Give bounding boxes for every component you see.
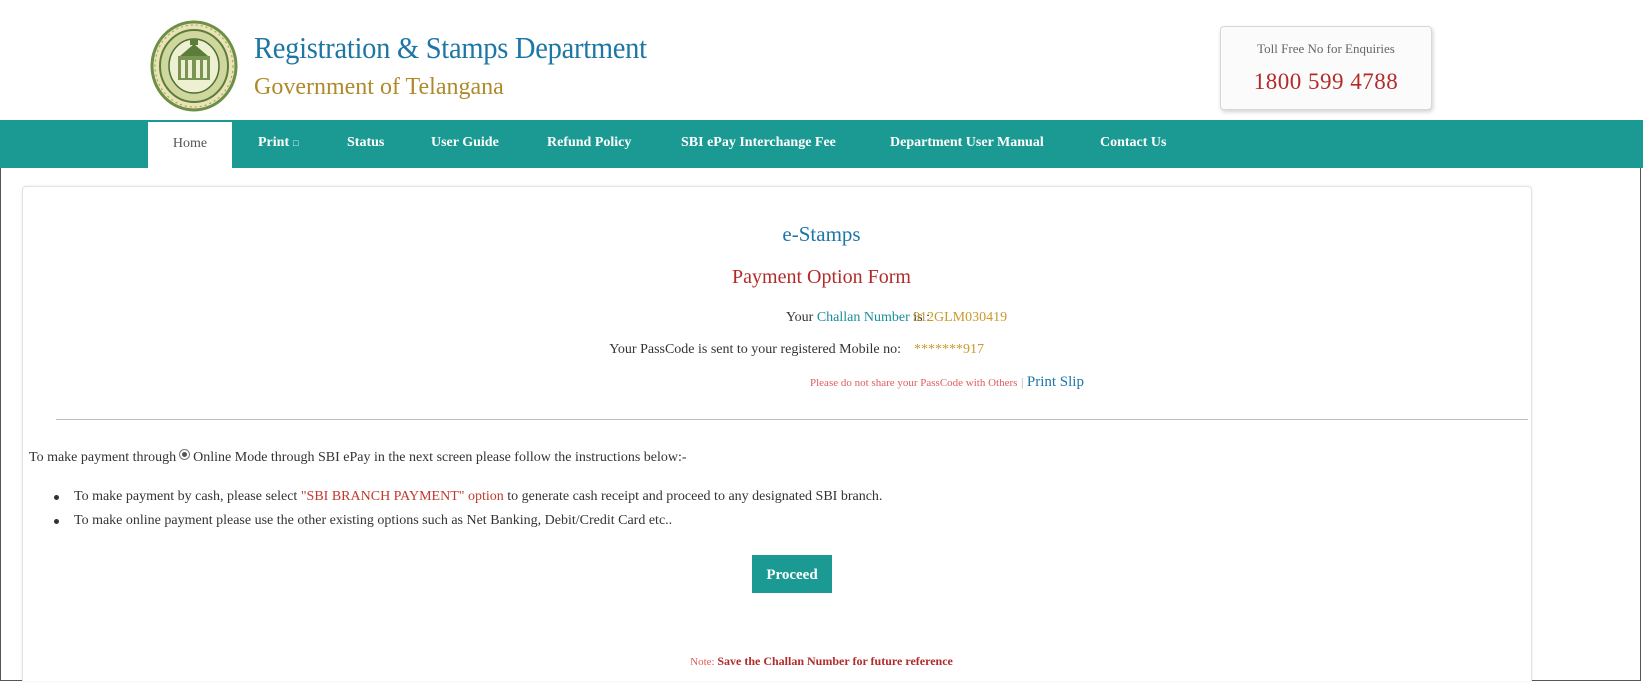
bullet1-after: to generate cash receipt and proceed to … <box>503 489 883 504</box>
department-title: Registration & Stamps Department <box>254 30 647 65</box>
nav-item-home[interactable]: Home <box>148 122 232 168</box>
note-text: Save the Challan Number for future refer… <box>717 654 953 668</box>
toll-free-number: 1800 599 4788 <box>1253 69 1399 94</box>
passcode-label: Your PassCode is sent to your registered… <box>609 342 901 357</box>
nav-item-contact-us[interactable]: Contact Us <box>1100 120 1167 168</box>
divider <box>56 419 1528 420</box>
nav-print-label: Print <box>258 135 290 151</box>
passcode-warning: Please do not share your PassCode with O… <box>810 377 1018 389</box>
nav-sbi-epay-fee-label: SBI ePay Interchange Fee <box>681 135 836 150</box>
department-subtitle: Government of Telangana <box>254 74 504 100</box>
telangana-emblem-icon[interactable] <box>150 20 238 112</box>
dropdown-caret-icon: □ <box>293 138 299 148</box>
form-title: Payment Option Form <box>732 266 911 288</box>
instructions-intro: To make payment through Online Mode throu… <box>29 449 687 466</box>
challan-label: Challan Number <box>816 310 910 325</box>
passcode-warning-row: Please do not share your PassCode with O… <box>810 374 1084 391</box>
save-challan-note: Note: Save the Challan Number for future… <box>0 654 1643 669</box>
toll-free-box: Toll Free No for Enquiries 1800 599 4788 <box>1220 26 1432 110</box>
masked-mobile-number: *******917 <box>914 342 984 357</box>
online-mode-radio[interactable] <box>179 449 191 460</box>
nav-department-manual-label: Department User Manual <box>890 135 1044 150</box>
payment-panel <box>22 186 1532 681</box>
nav-status-label: Status <box>347 135 385 150</box>
page-heading: e-Stamps <box>782 222 861 246</box>
nav-home-label: Home <box>172 136 208 151</box>
nav-contact-us-label: Contact Us <box>1100 135 1167 150</box>
instructions-list: To make payment by cash, please select "… <box>54 485 882 533</box>
nav-refund-policy-label: Refund Policy <box>547 135 632 150</box>
print-slip-link[interactable]: Print Slip <box>1027 374 1084 390</box>
intro-after: Online Mode through SBI ePay in the next… <box>193 450 687 465</box>
nav-item-print[interactable]: Print □ <box>258 120 299 168</box>
bullet2-text: To make online payment please use the ot… <box>74 513 673 528</box>
nav-item-refund-policy[interactable]: Refund Policy <box>547 120 631 168</box>
separator: | <box>1020 375 1024 389</box>
sbi-branch-payment-option: "SBI BRANCH PAYMENT" option <box>300 489 504 504</box>
list-item: To make payment by cash, please select "… <box>54 485 882 509</box>
toll-free-label: Toll Free No for Enquiries <box>1257 41 1395 56</box>
header: Registration & Stamps Department Governm… <box>0 0 1643 120</box>
list-item: To make online payment please use the ot… <box>54 509 882 533</box>
challan-prefix: Your <box>785 310 817 325</box>
bullet1-before: To make payment by cash, please select <box>74 489 301 504</box>
nav-item-sbi-epay-fee[interactable]: SBI ePay Interchange Fee <box>681 120 836 168</box>
challan-row: Your Challan Number is : <box>786 310 930 326</box>
challan-number: 912GLM030419 <box>913 310 1008 325</box>
nav-user-guide-label: User Guide <box>431 135 499 150</box>
nav-item-status[interactable]: Status <box>347 120 384 168</box>
proceed-button[interactable]: Proceed <box>752 555 832 593</box>
nav-item-department-manual[interactable]: Department User Manual <box>890 120 1044 168</box>
intro-before: To make payment through <box>29 450 177 465</box>
main-navbar: Home Print □ Status User Guide Refund Pol… <box>0 120 1643 168</box>
note-label: Note: <box>690 656 715 668</box>
nav-item-user-guide[interactable]: User Guide <box>431 120 499 168</box>
